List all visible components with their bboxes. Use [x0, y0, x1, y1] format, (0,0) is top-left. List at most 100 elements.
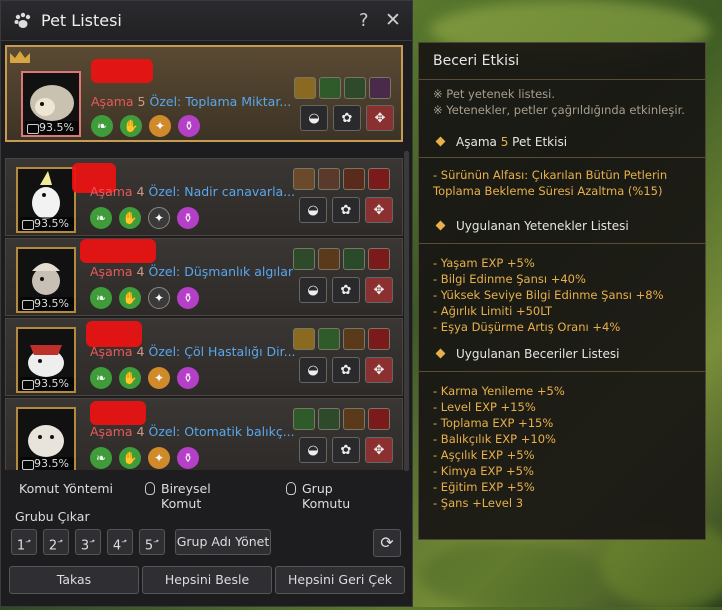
pet-stage-line: Aşama 5 Özel: Toplama Miktar...	[91, 94, 291, 109]
pet-skill-circles: ❧ ✋ ✦ ⚱	[90, 447, 199, 469]
pet-row[interactable]: 93.5% Aşama 4 Özel: Otomatik balıkç... ❧…	[5, 398, 403, 470]
window-titlebar[interactable]: Pet Listesi ? ✕	[1, 1, 412, 41]
compass-icon: ✦	[148, 207, 170, 229]
redacted-name	[90, 401, 146, 425]
pet-skill-circles: ❧ ✋ ✦ ⚱	[90, 207, 199, 229]
bee-icon	[294, 77, 316, 99]
redacted-name	[80, 239, 156, 263]
exchange-button[interactable]: Takas	[9, 566, 139, 594]
pet-list-scrollbar[interactable]	[404, 151, 409, 471]
tooltip-title: Beceri Etkisi	[433, 53, 520, 69]
paw-command-icon[interactable]: ✿	[332, 197, 360, 223]
potion-icon: ⚱	[177, 207, 199, 229]
pet-special-skill: Özel: Nadir canavarla...	[148, 184, 296, 199]
pet-portrait: 93.5%	[16, 167, 76, 233]
pet-portrait: 93.5%	[16, 407, 76, 470]
pet-talent-icons	[293, 248, 390, 270]
compass-icon: ✦	[148, 447, 170, 469]
feed-all-button[interactable]: Hepsini Besle	[142, 566, 272, 594]
group-4-button[interactable]: 4⬏	[107, 529, 133, 555]
figure-icon	[368, 408, 390, 430]
skill-item: - Level EXP +15%	[433, 400, 536, 414]
pet-special-skill: Özel: Toplama Miktar...	[149, 94, 292, 109]
pet-talent-icons	[293, 168, 390, 190]
pet-stage: Aşama 5	[91, 94, 146, 109]
refresh-icon[interactable]: ⟳	[373, 529, 401, 557]
exchange-box-icon[interactable]: ✥	[365, 437, 393, 463]
applied-talents-heading: Uygulanan Yetenekler Listesi	[435, 219, 629, 233]
exchange-box-icon[interactable]: ✥	[365, 197, 393, 223]
feather-icon	[343, 248, 365, 270]
exchange-box-icon[interactable]: ✥	[366, 105, 394, 131]
skill-effect-tooltip: Beceri Etkisi ※ Pet yetenek listesi. ※ Y…	[418, 42, 706, 540]
paw-icon	[14, 12, 31, 28]
pet-list-window: Pet Listesi ? ✕ 93.5% Aşama 5 Özel: Topl…	[0, 0, 413, 607]
food-bowl-icon[interactable]: ◒	[299, 437, 327, 463]
divider	[419, 371, 705, 372]
individual-command-option[interactable]: Bireysel Komut	[145, 481, 211, 511]
otter-icon	[28, 425, 64, 457]
hand-icon: ✋	[119, 447, 141, 469]
group-5-button[interactable]: 5⬏	[139, 529, 165, 555]
pet-stage-line: Aşama 4 Özel: Nadir canavarla...	[90, 184, 295, 199]
diamond-icon	[435, 348, 446, 359]
skill-list: - Karma Yenileme +5% - Level EXP +15% - …	[433, 383, 565, 511]
pet-special-skill: Özel: Düşmanlık algılar	[148, 264, 294, 279]
pet-bond-percent: 93.5%	[20, 377, 74, 391]
group-name-manage-button[interactable]: Grup Adı Yönet	[175, 529, 271, 555]
group-2-button[interactable]: 2⬏	[43, 529, 69, 555]
hand-icon: ✋	[119, 367, 141, 389]
group-1-button[interactable]: 1⬏	[11, 529, 37, 555]
skill-item: - Kimya EXP +5%	[433, 464, 534, 478]
skill-item: - Şans +Level 3	[433, 496, 524, 510]
group-3-button[interactable]: 3⬏	[75, 529, 101, 555]
diamond-icon	[435, 220, 446, 231]
food-bowl-icon[interactable]: ◒	[300, 105, 328, 131]
sickle-icon	[318, 408, 340, 430]
applied-skills-heading: Uygulanan Beceriler Listesi	[435, 347, 619, 361]
food-bowl-icon[interactable]: ◒	[299, 357, 327, 383]
paw-command-icon[interactable]: ✿	[333, 105, 361, 131]
pet-command-icons: ◒ ✿ ✥	[299, 357, 393, 383]
group-unsummon-label: Grubu Çıkar	[15, 509, 90, 524]
divider	[419, 79, 705, 80]
tooltip-note: ※ Yetenekler, petler çağrıldığında etkin…	[433, 103, 685, 117]
leaf-icon: ❧	[90, 447, 112, 469]
leaf-icon: ❧	[90, 367, 112, 389]
food-bowl-icon[interactable]: ◒	[299, 197, 327, 223]
paw-command-icon[interactable]: ✿	[332, 277, 360, 303]
exchange-box-icon[interactable]: ✥	[365, 277, 393, 303]
potion-icon: ⚱	[177, 287, 199, 309]
food-bowl-icon[interactable]: ◒	[299, 277, 327, 303]
compass-icon: ✦	[148, 367, 170, 389]
compass-icon: ✦	[148, 287, 170, 309]
red-orb-icon	[368, 248, 390, 270]
help-button[interactable]: ?	[359, 10, 369, 31]
pet-portrait: 93.5%	[16, 247, 76, 313]
redacted-name	[91, 59, 153, 83]
recall-all-button[interactable]: Hepsini Geri Çek	[275, 566, 405, 594]
divider	[419, 243, 705, 244]
talent-item: - Ağırlık Limiti +50LT	[433, 304, 553, 318]
paw-command-icon[interactable]: ✿	[332, 437, 360, 463]
pet-stage-line: Aşama 4 Özel: Çöl Hastalığı Dir...	[90, 344, 296, 359]
close-button[interactable]: ✕	[385, 9, 401, 31]
exchange-box-icon[interactable]: ✥	[365, 357, 393, 383]
pet-row[interactable]: 93.5% Aşama 4 Özel: Çöl Hastalığı Dir...…	[5, 318, 403, 396]
pet-stage: Aşama 4	[90, 344, 145, 359]
potion-icon: ⚱	[178, 115, 200, 137]
skill-item: - Balıkçılık EXP +10%	[433, 432, 556, 446]
leaf-icon: ❧	[90, 207, 112, 229]
pet-row[interactable]: 93.5% Aşama 4 Özel: Düşmanlık algılar ❧ …	[5, 238, 403, 316]
pet-command-icons: ◒ ✿ ✥	[299, 277, 393, 303]
group-command-option[interactable]: Grup Komutu	[286, 481, 350, 511]
tree-icon	[318, 168, 340, 190]
pet-row[interactable]: 93.5% Aşama 5 Özel: Toplama Miktar... ❧ …	[5, 45, 403, 142]
talent-item: - Yaşam EXP +5%	[433, 256, 535, 270]
pet-row[interactable]: 93.5% Aşama 4 Özel: Nadir canavarla... ❧…	[5, 158, 403, 236]
paw-command-icon[interactable]: ✿	[332, 357, 360, 383]
pet-bond-percent: 93.5%	[20, 217, 74, 231]
skill-item: - Aşçılık EXP +5%	[433, 448, 535, 462]
pet-command-icons: ◒ ✿ ✥	[299, 437, 393, 463]
window-title: Pet Listesi	[41, 11, 122, 30]
